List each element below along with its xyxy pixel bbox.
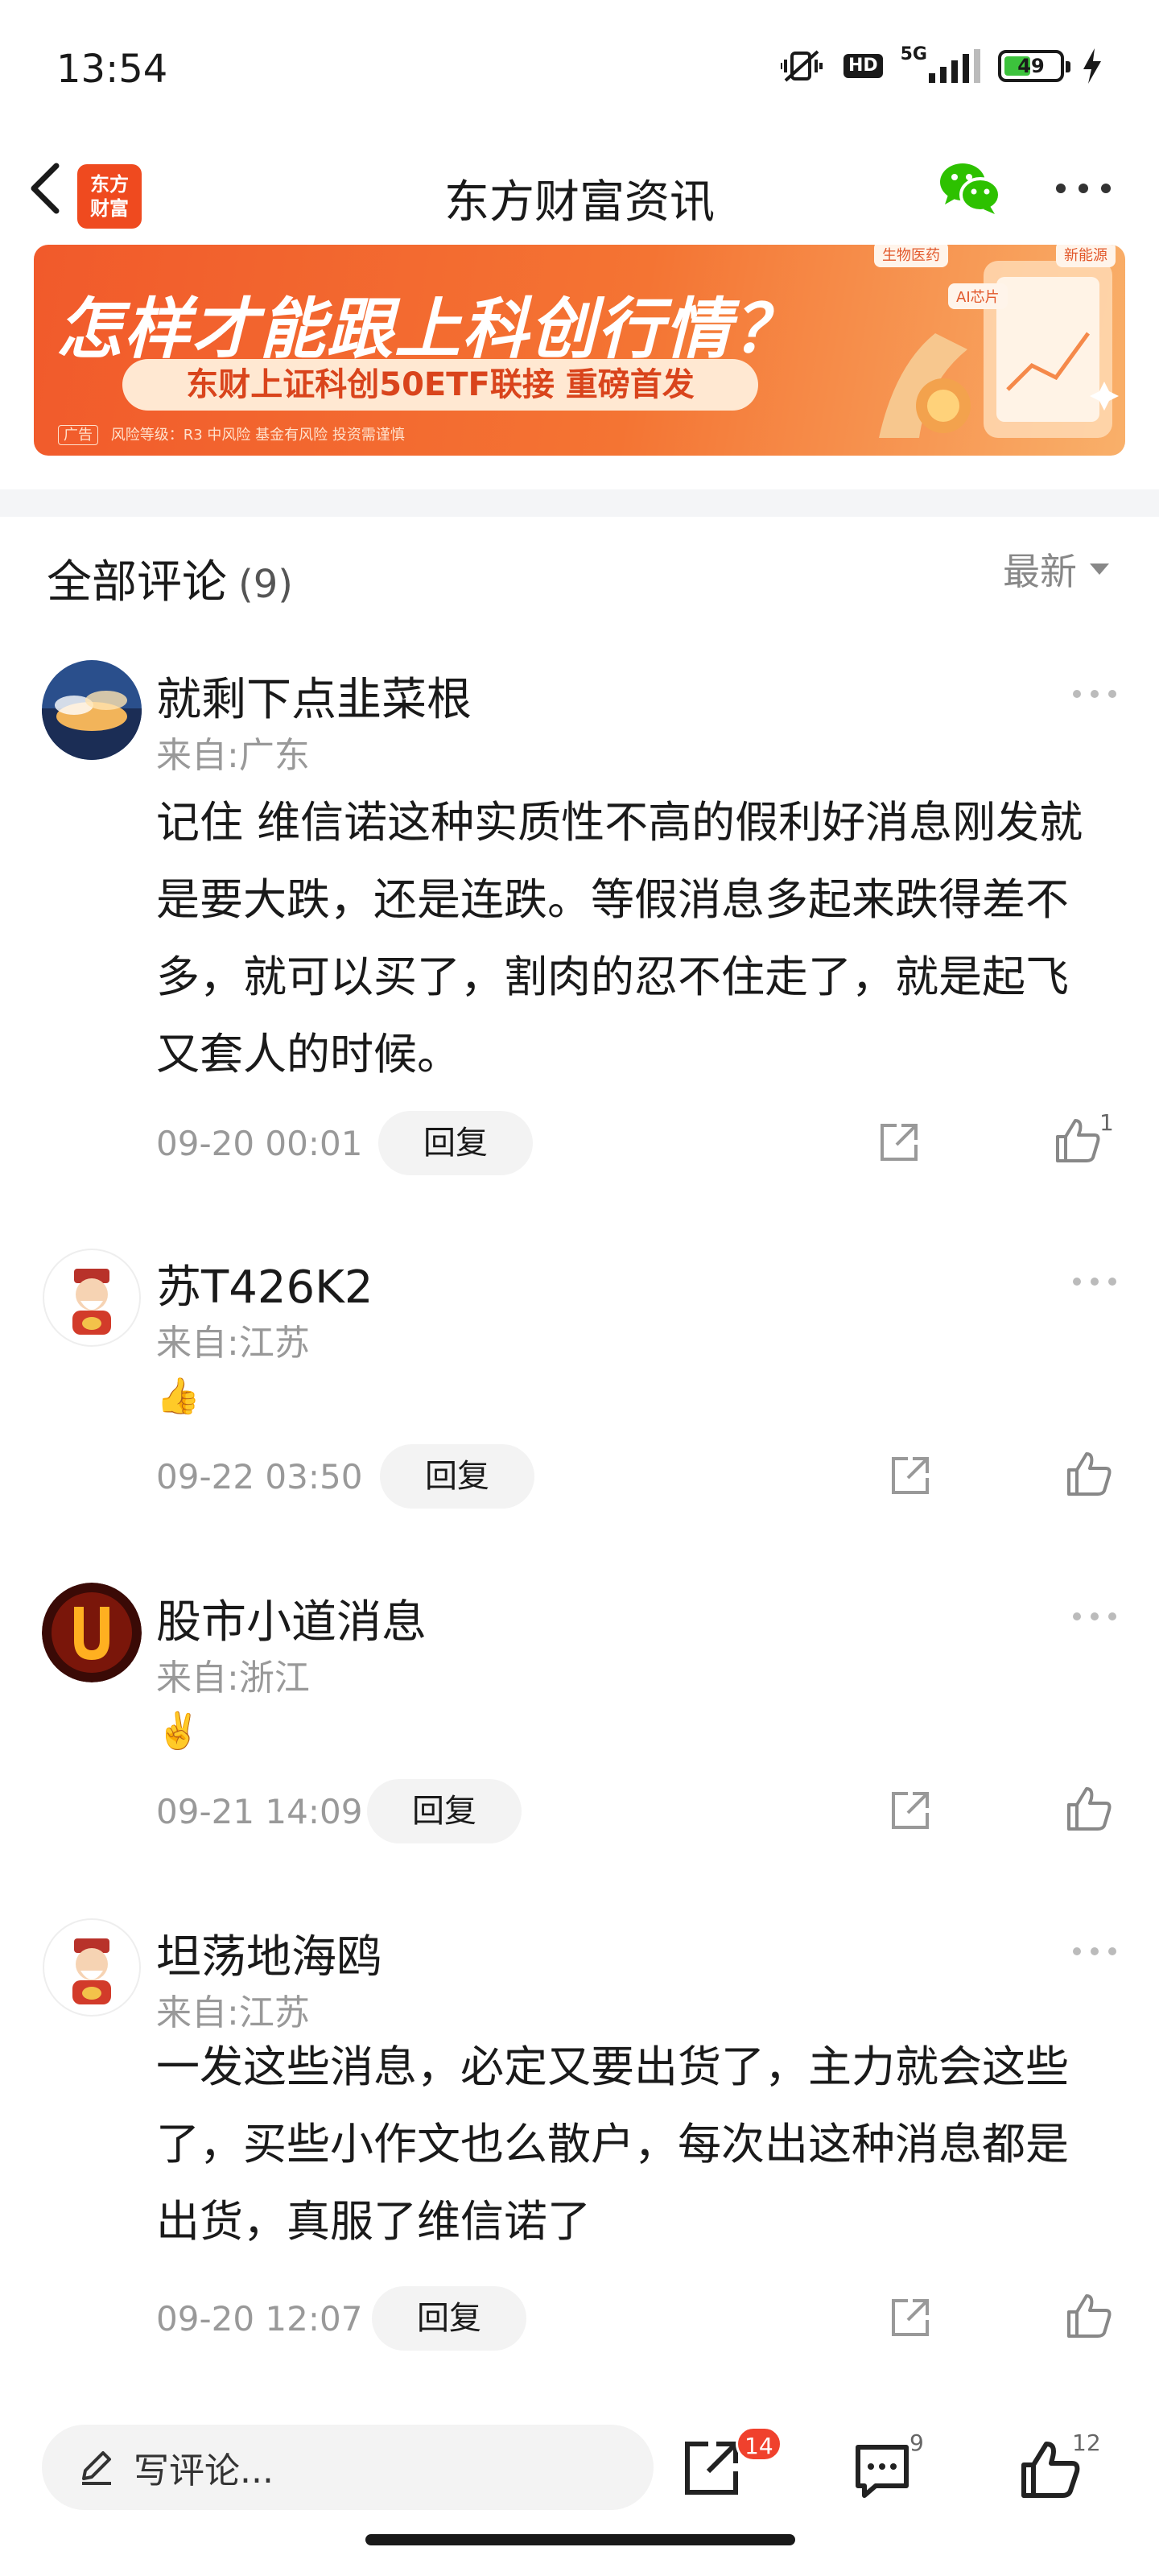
comment-time: 09-21 14:09 [156,1792,363,1831]
comment-body: 一发这些消息，必定又要出货了，主力就会这些了，买些小作文也么散户，每次出这种消息… [156,2041,1069,2247]
share-icon[interactable] [889,2296,932,2339]
comment-time: 09-20 00:01 [156,1124,363,1163]
sort-dropdown[interactable]: 最新 [1003,543,1109,596]
banner-tag-new-energy: 新能源 [1056,245,1116,267]
like-count: 12 [1072,2429,1101,2456]
charging-icon [1082,48,1103,84]
comment-bubble-icon[interactable] [852,2441,913,2502]
status-bar: 13:54 HD 5G 49 [0,0,1159,137]
more-options-icon[interactable] [1070,686,1119,702]
comment-item: 坦荡地海鸥 来自:江苏 一发这些消息，必定又要出货了，主力就会这些了，买些小作文… [0,1901,1159,2384]
share-icon[interactable] [889,1454,932,1497]
banner-subtitle: 东财上证科创50ETF联接 重磅首发 [122,359,758,411]
comment-item: 就剩下点韭菜根 来自:广东 记住 维信诺这种实质性不高的假利好消息刚发就是要大跌… [0,644,1159,1208]
home-indicator[interactable] [365,2534,795,2545]
reply-button[interactable]: 回复 [380,1444,534,1509]
banner-tag-ai-chip: AI芯片 [948,283,1008,309]
status-icons: HD 5G 49 [780,44,1103,84]
bottom-action-bar: 写评论... 14 9 12 [0,2399,1159,2576]
share-icon[interactable] [877,1121,921,1164]
section-divider [0,489,1159,517]
victory-hand-emoji: ✌️ [156,1711,200,1752]
reply-button[interactable]: 回复 [378,1111,533,1175]
thumbs-up-emoji: 👍 [156,1376,200,1417]
battery-level: 49 [1017,55,1045,77]
comment-author[interactable]: 坦荡地海鸥 [156,1921,382,1986]
thumbs-up-icon[interactable] [1066,1785,1112,1832]
sort-label: 最新 [1003,550,1077,593]
comments-count: (9) [238,562,293,607]
avatar[interactable] [42,1583,142,1682]
banner-illustration [879,261,1119,438]
share-icon[interactable] [681,2438,742,2499]
comment-input-placeholder: 写评论... [134,2450,274,2491]
more-options-icon[interactable] [1070,1274,1119,1290]
comment-author[interactable]: 苏T426K2 [156,1251,373,1316]
status-time: 13:54 [56,47,168,92]
signal-icon: 5G [900,44,980,83]
avatar[interactable] [42,1918,142,2017]
more-options-icon[interactable] [1070,1608,1119,1624]
more-options-icon[interactable] [1054,172,1112,204]
banner-tag-biomed: 生物医药 [874,245,948,267]
comment-body: 记住 维信诺这种实质性不高的假利好消息刚发就是要大跌，还是连跌。等假消息多起来跌… [156,797,1083,1080]
comment-time: 09-20 12:07 [156,2299,363,2339]
comment-location: 来自:江苏 [156,1323,310,1364]
comment-location: 来自:广东 [156,735,310,776]
hd-badge: HD [843,54,883,78]
more-options-icon[interactable] [1070,1943,1119,1959]
banner-title: 怎样才能跟上科创行情？ [56,291,800,368]
share-count-badge: 14 [736,2426,782,2462]
thumbs-up-icon[interactable] [1019,2439,1080,2500]
avatar[interactable] [42,660,142,760]
comment-location: 来自:江苏 [156,1992,310,2033]
caret-down-icon [1090,564,1109,575]
like-count: 1 [1099,1109,1114,1136]
risk-disclaimer: 风险等级：R3 中风险 基金有风险 投资需谨慎 [110,427,405,444]
comment-time: 09-22 03:50 [156,1457,363,1496]
comment-location: 来自:浙江 [156,1657,310,1699]
avatar[interactable] [42,1248,142,1348]
wechat-share-icon[interactable] [937,155,1003,219]
comment-count: 9 [909,2429,924,2456]
share-icon[interactable] [889,1789,932,1832]
reply-button[interactable]: 回复 [372,2286,526,2351]
comment-author[interactable]: 股市小道消息 [156,1586,427,1651]
reply-button[interactable]: 回复 [367,1779,522,1843]
battery-indicator: 49 [998,50,1070,82]
comment-item: 苏T426K2 来自:江苏 👍 09-22 03:50 回复 [0,1232,1159,1554]
comment-author[interactable]: 就剩下点韭菜根 [156,663,472,729]
write-comment-input[interactable]: 写评论... [42,2425,654,2510]
mute-vibrate-icon [780,48,826,84]
comments-title-text: 全部评论 [47,556,227,609]
ad-banner[interactable]: 怎样才能跟上科创行情？ 东财上证科创50ETF联接 重磅首发 广告 风险等级：R… [34,245,1125,456]
ad-tag: 广告 [58,425,98,445]
top-nav-bar: 东方 财富 东方财富资讯 [0,137,1159,242]
banner-disclaimer: 广告 风险等级：R3 中风险 基金有风险 投资需谨慎 [58,423,405,445]
thumbs-up-icon[interactable] [1066,2293,1112,2339]
thumbs-up-icon[interactable] [1066,1451,1112,1497]
thumbs-up-icon[interactable] [1054,1117,1101,1164]
comment-item: 股市小道消息 来自:浙江 ✌️ 09-21 14:09 回复 [0,1567,1159,1889]
comments-header: 全部评论 (9) 最新 [0,517,1159,630]
comments-title: 全部评论 (9) [47,546,293,611]
network-type: 5G [900,44,927,64]
pencil-icon [82,2451,111,2485]
